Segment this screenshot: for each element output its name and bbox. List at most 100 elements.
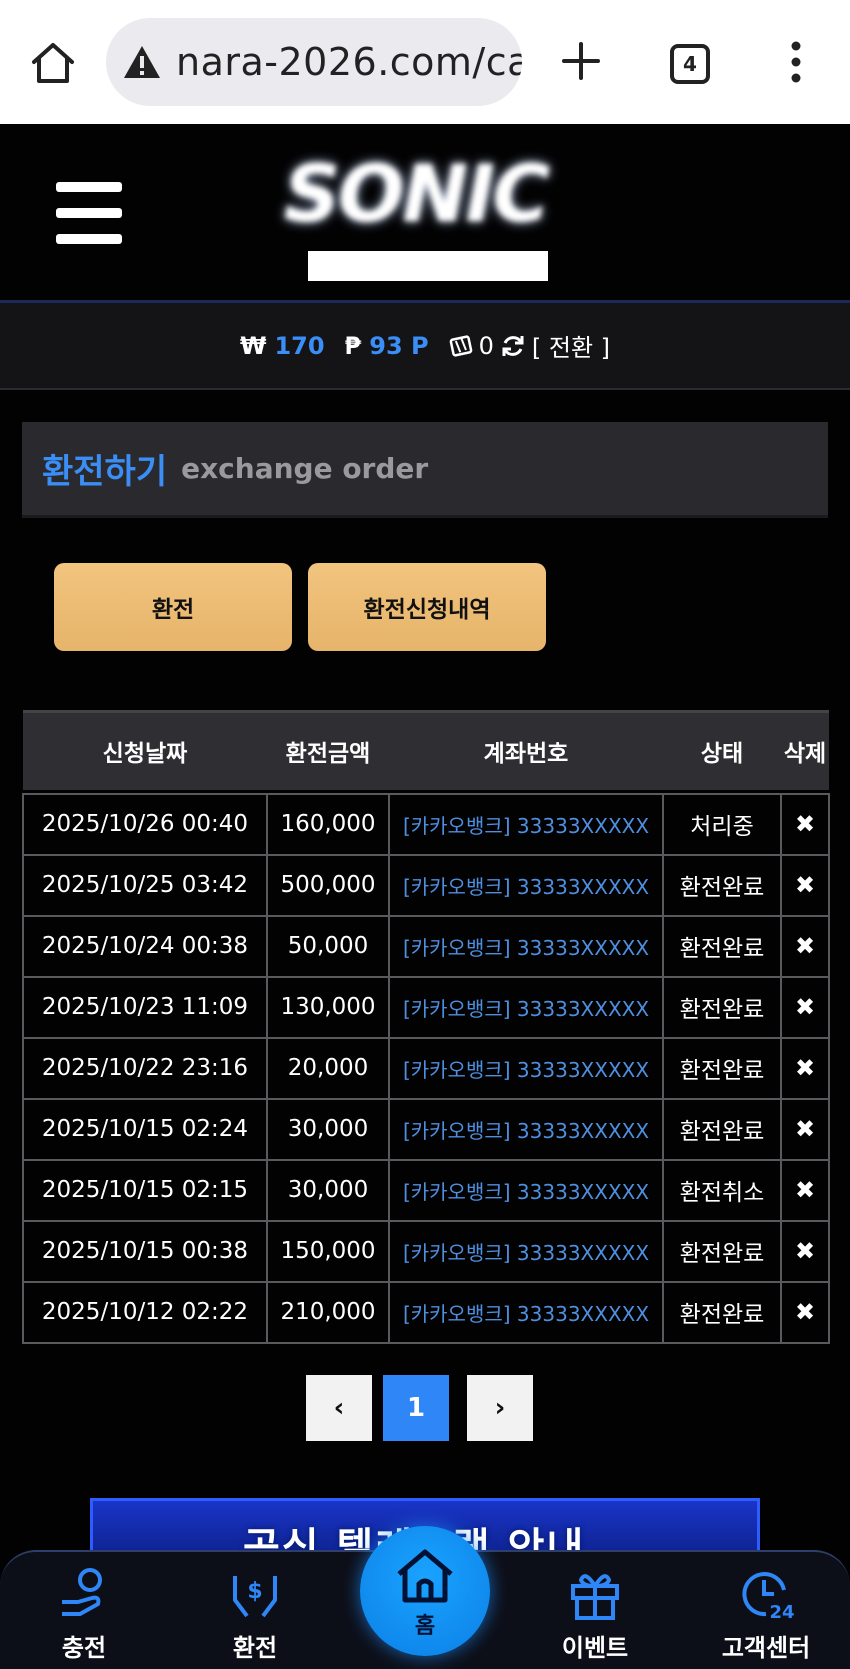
site-logo[interactable]: SONIC <box>278 150 578 290</box>
table-header-row: 신청날짜 환전금액 계좌번호 상태 삭제 <box>23 710 829 790</box>
row-date: 2025/10/23 11:09 <box>22 975 268 1039</box>
row-status: 환전완료 <box>662 853 782 917</box>
delete-icon[interactable]: ✖ <box>780 1158 830 1222</box>
pagination-prev-button[interactable]: ‹ <box>306 1375 372 1441</box>
chip-icon <box>449 334 472 357</box>
deposit-hand-icon <box>62 1568 102 1616</box>
point-balance: ₱ 93 P <box>345 332 429 360</box>
row-status: 처리중 <box>662 792 782 856</box>
chip-balance: 0 [ 전환 ] <box>449 328 610 363</box>
gift-icon <box>571 1574 619 1620</box>
home-icon <box>397 1549 453 1603</box>
row-account: [카카오뱅크] 33333XXXXX <box>388 975 664 1039</box>
row-date: 2025/10/15 00:38 <box>22 1219 268 1283</box>
row-status: 환전완료 <box>662 1097 782 1161</box>
nav-support-label: 고객센터 <box>721 1634 811 1662</box>
delete-icon[interactable]: ✖ <box>780 1280 830 1344</box>
row-date: 2025/10/26 00:40 <box>22 792 268 856</box>
delete-icon[interactable]: ✖ <box>780 914 830 978</box>
row-date: 2025/10/15 02:24 <box>22 1097 268 1161</box>
header-delete: 삭제 <box>781 710 829 790</box>
row-account: [카카오뱅크] 33333XXXXX <box>388 1036 664 1100</box>
address-bar[interactable]: nara-2026.com/ca <box>106 18 522 106</box>
nav-exchange-label: 환전 <box>232 1634 278 1662</box>
row-date: 2025/10/25 03:42 <box>22 853 268 917</box>
won-icon: ₩ <box>239 331 267 360</box>
table-row: 2025/10/26 00:40 160,000 [카카오뱅크] 33333XX… <box>22 792 830 856</box>
browser-toolbar: nara-2026.com/ca 4 <box>0 0 850 124</box>
row-amount: 130,000 <box>266 975 390 1039</box>
nav-home-label: 홈 <box>414 1614 436 1639</box>
menu-icon[interactable] <box>56 182 122 244</box>
site-header: SONIC <box>0 124 850 300</box>
header-date: 신청날짜 <box>23 710 267 790</box>
row-amount: 160,000 <box>266 792 390 856</box>
row-date: 2025/10/24 00:38 <box>22 914 268 978</box>
cash-balance: ₩ 170 <box>240 332 325 360</box>
section-title-ko: 환전하기 <box>42 452 168 492</box>
pagination-page-1[interactable]: 1 <box>383 1375 449 1441</box>
more-menu-icon[interactable] <box>784 40 808 84</box>
row-account: [카카오뱅크] 33333XXXXX <box>388 1280 664 1344</box>
withdraw-hands-icon: $ <box>233 1576 277 1618</box>
row-amount: 210,000 <box>266 1280 390 1344</box>
point-value: 93 P <box>369 331 429 360</box>
cash-value: 170 <box>274 331 325 360</box>
logo-text: SONIC <box>284 150 550 240</box>
row-date: 2025/10/15 02:15 <box>22 1158 268 1222</box>
nav-charge-label: 충전 <box>61 1634 107 1662</box>
exchange-history-table: 신청날짜 환전금액 계좌번호 상태 삭제 2025/10/26 00:40 16… <box>22 710 830 1344</box>
url-text[interactable]: nara-2026.com/ca <box>176 40 522 84</box>
row-amount: 500,000 <box>266 853 390 917</box>
row-amount: 20,000 <box>266 1036 390 1100</box>
home-icon[interactable] <box>30 40 76 86</box>
table-row: 2025/10/23 11:09 130,000 [카카오뱅크] 33333XX… <box>22 975 830 1039</box>
delete-icon[interactable]: ✖ <box>780 975 830 1039</box>
row-status: 환전취소 <box>662 1158 782 1222</box>
delete-icon[interactable]: ✖ <box>780 1036 830 1100</box>
convert-link[interactable]: [ 전환 ] <box>532 328 610 363</box>
row-account: [카카오뱅크] 33333XXXXX <box>388 792 664 856</box>
balance-bar: ₩ 170 ₱ 93 P 0 [ 전환 ] <box>0 300 850 390</box>
exchange-history-button[interactable]: 환전신청내역 <box>308 563 546 651</box>
support-24-icon: 24 <box>742 1572 795 1622</box>
table-row: 2025/10/12 02:22 210,000 [카카오뱅크] 33333XX… <box>22 1280 830 1344</box>
delete-icon[interactable]: ✖ <box>780 792 830 856</box>
chip-value: 0 <box>478 331 494 360</box>
row-account: [카카오뱅크] 33333XXXXX <box>388 853 664 917</box>
warning-icon[interactable] <box>122 44 162 80</box>
section-title: 환전하기 exchange order <box>22 422 828 518</box>
table-row: 2025/10/25 03:42 500,000 [카카오뱅크] 33333XX… <box>22 853 830 917</box>
section-title-en: exchange order <box>181 452 429 485</box>
pagination-next-button[interactable]: › <box>467 1375 533 1441</box>
header-account: 계좌번호 <box>389 710 663 790</box>
nav-event-label: 이벤트 <box>561 1634 629 1662</box>
nav-charge[interactable]: 충전 <box>24 1552 144 1669</box>
logo-underline <box>308 251 548 281</box>
nav-support[interactable]: 24 고객센터 <box>706 1552 826 1669</box>
delete-icon[interactable]: ✖ <box>780 1097 830 1161</box>
row-amount: 30,000 <box>266 1158 390 1222</box>
row-amount: 50,000 <box>266 914 390 978</box>
new-tab-icon[interactable] <box>560 40 602 82</box>
nav-event[interactable]: 이벤트 <box>535 1552 655 1669</box>
nav-exchange[interactable]: $ 환전 <box>195 1552 315 1669</box>
row-status: 환전완료 <box>662 1036 782 1100</box>
nav-home[interactable]: 홈 <box>360 1526 490 1656</box>
tab-count-button[interactable]: 4 <box>670 44 710 84</box>
table-row: 2025/10/15 02:24 30,000 [카카오뱅크] 33333XXX… <box>22 1097 830 1161</box>
row-status: 환전완료 <box>662 1280 782 1344</box>
delete-icon[interactable]: ✖ <box>780 1219 830 1283</box>
row-amount: 30,000 <box>266 1097 390 1161</box>
row-status: 환전완료 <box>662 914 782 978</box>
row-account: [카카오뱅크] 33333XXXXX <box>388 1097 664 1161</box>
row-account: [카카오뱅크] 33333XXXXX <box>388 1158 664 1222</box>
exchange-button[interactable]: 환전 <box>54 563 292 651</box>
header-status: 상태 <box>663 710 781 790</box>
table-row: 2025/10/15 00:38 150,000 [카카오뱅크] 33333XX… <box>22 1219 830 1283</box>
row-account: [카카오뱅크] 33333XXXXX <box>388 914 664 978</box>
table-row: 2025/10/22 23:16 20,000 [카카오뱅크] 33333XXX… <box>22 1036 830 1100</box>
delete-icon[interactable]: ✖ <box>780 853 830 917</box>
refresh-icon[interactable] <box>500 333 526 359</box>
row-status: 환전완료 <box>662 1219 782 1283</box>
